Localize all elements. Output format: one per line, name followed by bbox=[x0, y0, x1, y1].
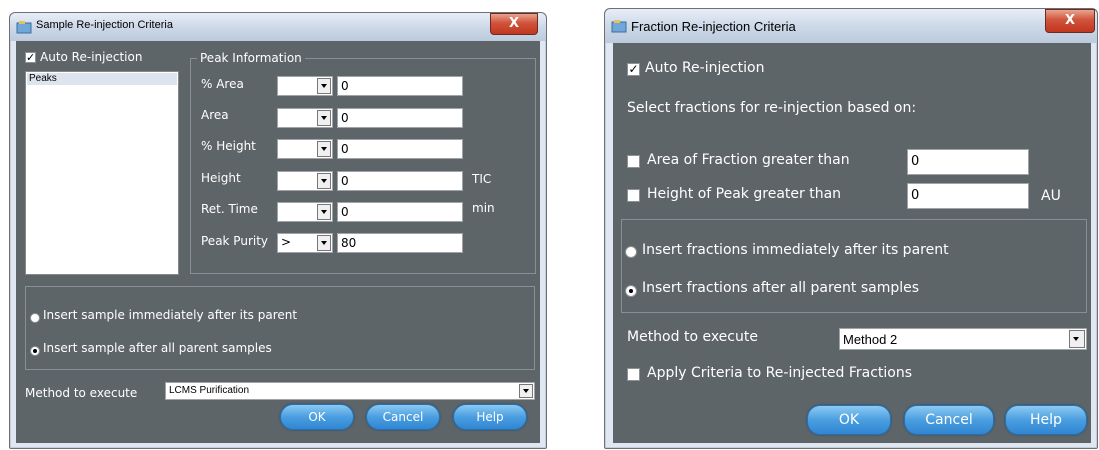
apply-criteria-label: Apply Criteria to Re-injected Fractions bbox=[647, 365, 913, 381]
fraction-auto-reinjection-label: Auto Re-injection bbox=[645, 60, 765, 76]
fraction-cancel-button[interactable]: Cancel bbox=[904, 405, 994, 435]
method-value: LCMS Purification bbox=[169, 385, 250, 396]
row-label-ret-time: Ret. Time bbox=[201, 202, 258, 216]
chevron-down-icon[interactable] bbox=[1069, 330, 1085, 348]
fraction-dialog-title: Fraction Re-injection Criteria bbox=[631, 19, 796, 34]
operator-select-height[interactable] bbox=[277, 171, 333, 191]
operator-select-percent-area[interactable] bbox=[277, 76, 333, 96]
operator-select-ret-time[interactable] bbox=[277, 202, 333, 222]
sample-auto-reinjection-checkbox[interactable]: ✓ bbox=[25, 52, 36, 63]
height-unit-label: AU bbox=[1041, 188, 1061, 204]
select-fractions-label: Select fractions for re-injection based … bbox=[627, 100, 917, 116]
sample-dialog-title: Sample Re-injection Criteria bbox=[36, 19, 173, 31]
chevron-down-icon[interactable] bbox=[519, 384, 533, 398]
chevron-down-icon[interactable] bbox=[317, 173, 331, 189]
row-label-peak-purity: Peak Purity bbox=[201, 234, 269, 248]
operator-select-percent-height[interactable] bbox=[277, 139, 333, 159]
sample-reinjection-dialog: Sample Re-injection Criteria X ✓ Auto Re… bbox=[9, 12, 547, 449]
chevron-down-icon[interactable] bbox=[317, 235, 331, 251]
area-of-fraction-field[interactable]: 0 bbox=[907, 149, 1029, 175]
sample-insert-options-group bbox=[25, 286, 535, 370]
fraction-radio-after-all-label: Insert fractions after all parent sample… bbox=[642, 280, 920, 296]
sample-radio-after-all[interactable] bbox=[30, 346, 40, 356]
radio-selected-dot bbox=[33, 349, 37, 353]
peak-information-legend: Peak Information bbox=[197, 51, 305, 65]
row-label-height: Height bbox=[201, 171, 241, 185]
value-field-ret-time[interactable]: 0 bbox=[337, 202, 463, 222]
fraction-help-button[interactable]: Help bbox=[1005, 405, 1087, 435]
fraction-insert-options-group bbox=[621, 219, 1087, 313]
operator-select-peak-purity[interactable]: > bbox=[277, 233, 333, 253]
sample-help-button[interactable]: Help bbox=[453, 404, 527, 430]
sample-cancel-button[interactable]: Cancel bbox=[366, 404, 440, 430]
fraction-close-button[interactable]: X bbox=[1045, 9, 1095, 33]
sample-dialog-body: ✓ Auto Re-injection Peaks Peak Informati… bbox=[16, 41, 540, 443]
sample-close-button[interactable]: X bbox=[490, 13, 538, 35]
sample-peaks-list[interactable]: Peaks bbox=[25, 71, 179, 275]
row-label-percent-area: % Area bbox=[201, 77, 244, 91]
value-field-height[interactable]: 0 bbox=[337, 171, 463, 191]
operator-select-area[interactable] bbox=[277, 108, 333, 128]
chevron-down-icon[interactable] bbox=[317, 141, 331, 157]
app-icon bbox=[611, 20, 627, 33]
app-icon bbox=[16, 21, 32, 34]
value-field-area[interactable]: 0 bbox=[337, 108, 463, 128]
height-of-peak-checkbox[interactable] bbox=[627, 189, 640, 202]
peak-information-group: Peak Information % Area 0 Area 0 % Heigh… bbox=[190, 51, 536, 274]
ret-time-unit-label: min bbox=[472, 201, 495, 215]
sample-ok-button[interactable]: OK bbox=[280, 404, 354, 430]
fraction-radio-immediately-label: Insert fractions immediately after its p… bbox=[642, 242, 949, 258]
chevron-down-icon[interactable] bbox=[317, 78, 331, 94]
height-unit-label: TIC bbox=[472, 172, 492, 186]
value-field-percent-area[interactable]: 0 bbox=[337, 76, 463, 96]
area-of-fraction-label: Area of Fraction greater than bbox=[647, 152, 850, 168]
fraction-method-label: Method to execute bbox=[627, 329, 758, 345]
apply-criteria-checkbox[interactable] bbox=[627, 368, 640, 381]
sample-dialog-titlebar[interactable]: Sample Re-injection Criteria X bbox=[10, 13, 546, 41]
sample-method-label: Method to execute bbox=[25, 386, 138, 400]
area-of-fraction-checkbox[interactable] bbox=[627, 155, 640, 168]
list-item-peaks[interactable]: Peaks bbox=[27, 73, 177, 85]
height-of-peak-label: Height of Peak greater than bbox=[647, 186, 842, 202]
sample-radio-immediately-label: Insert sample immediately after its pare… bbox=[43, 308, 298, 322]
fraction-dialog-titlebar[interactable]: Fraction Re-injection Criteria X bbox=[605, 9, 1097, 43]
sample-auto-reinjection-label: Auto Re-injection bbox=[40, 50, 143, 64]
sample-method-select[interactable]: LCMS Purification bbox=[165, 382, 535, 400]
chevron-down-icon[interactable] bbox=[317, 110, 331, 126]
height-of-peak-field[interactable]: 0 bbox=[907, 183, 1029, 209]
fraction-dialog-body: ✓ Auto Re-injection Select fractions for… bbox=[613, 43, 1091, 443]
sample-radio-after-all-label: Insert sample after all parent samples bbox=[43, 341, 272, 355]
value-field-peak-purity[interactable]: 80 bbox=[337, 233, 463, 253]
fraction-radio-immediately[interactable] bbox=[625, 246, 637, 258]
operator-value: > bbox=[281, 235, 292, 249]
fraction-ok-button[interactable]: OK bbox=[807, 405, 891, 435]
value-field-percent-height[interactable]: 0 bbox=[337, 139, 463, 159]
fraction-method-select[interactable]: Method 2 bbox=[839, 328, 1087, 350]
row-label-area: Area bbox=[201, 108, 229, 122]
fraction-auto-reinjection-checkbox[interactable]: ✓ bbox=[627, 63, 640, 76]
fraction-radio-after-all[interactable] bbox=[625, 285, 637, 297]
method-value: Method 2 bbox=[843, 332, 898, 347]
chevron-down-icon[interactable] bbox=[317, 204, 331, 220]
sample-radio-immediately[interactable] bbox=[30, 313, 40, 323]
radio-selected-dot bbox=[629, 289, 633, 293]
fraction-reinjection-dialog: Fraction Re-injection Criteria X ✓ Auto … bbox=[604, 8, 1098, 449]
row-label-percent-height: % Height bbox=[201, 139, 256, 153]
